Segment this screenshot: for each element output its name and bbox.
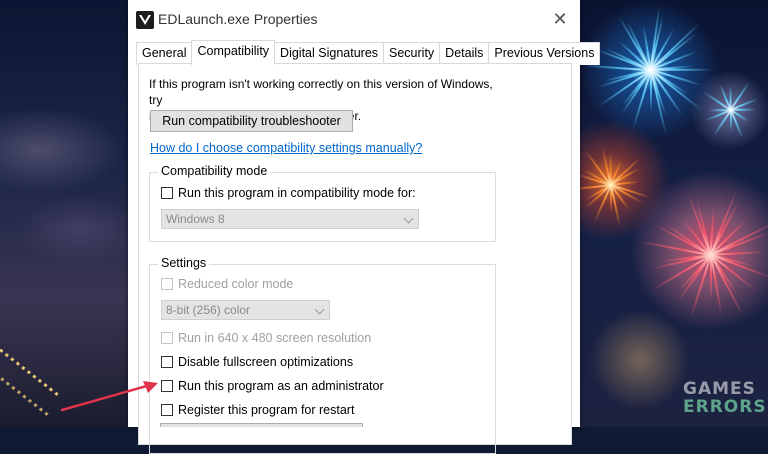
chevron-down-icon [314,304,325,315]
chevron-down-icon [403,213,414,224]
register-restart-row[interactable]: Register this program for restart [161,403,354,417]
run-as-admin-label: Run this program as an administrator [178,379,384,393]
watermark-line1: GAMES [683,379,756,399]
register-restart-label: Register this program for restart [178,403,355,417]
games-errors-watermark: GAMES ERRORS [683,379,767,417]
compat-mode-select[interactable]: Windows 8 [161,209,419,229]
color-depth-select-value: 8-bit (256) color [166,303,251,317]
compatibility-panel: If this program isn't working correctly … [138,63,572,454]
annotation-arrow-icon [60,381,158,412]
tab-compatibility[interactable]: Compatibility [191,40,276,65]
firework-spark [650,69,713,71]
disable-fullscreen-label: Disable fullscreen optimizations [178,355,354,369]
app-icon [136,11,154,29]
watermark-line2: ERRORS [683,397,767,417]
tab-security[interactable]: Security [383,42,441,65]
close-button[interactable]: ✕ [540,4,580,34]
compat-mode-select-value: Windows 8 [166,212,225,226]
intro-line-1: If this program isn't working correctly … [149,77,493,107]
properties-dialog: EDLaunch.exe Properties ✕ General Compat… [128,0,601,454]
partial-button[interactable] [160,423,363,427]
window-title: EDLaunch.exe Properties [158,11,318,27]
tab-previous-versions[interactable]: Previous Versions [488,42,601,65]
firework-spark [708,109,731,111]
register-restart-checkbox[interactable] [161,404,173,416]
compatibility-mode-group: Compatibility mode Run this program in c… [149,164,496,242]
tab-general[interactable]: General [136,42,193,65]
reduced-color-checkbox[interactable] [161,278,173,290]
desktop-background-left [0,0,128,427]
tab-digital-signatures[interactable]: Digital Signatures [274,42,385,65]
settings-title: Settings [158,256,210,270]
help-link[interactable]: How do I choose compatibility settings m… [150,141,422,155]
res-640-row[interactable]: Run in 640 x 480 screen resolution [161,331,371,345]
run-troubleshooter-button[interactable]: Run compatibility troubleshooter [150,110,353,132]
disable-fullscreen-row[interactable]: Disable fullscreen optimizations [161,355,353,369]
run-as-admin-row[interactable]: Run this program as an administrator [161,379,384,393]
reduced-color-row[interactable]: Reduced color mode [161,277,293,291]
res-640-label: Run in 640 x 480 screen resolution [178,331,372,345]
disable-fullscreen-checkbox[interactable] [161,356,173,368]
title-bar[interactable]: EDLaunch.exe Properties ✕ [128,0,580,40]
compatibility-mode-title: Compatibility mode [158,164,271,178]
compat-mode-checkbox[interactable] [161,187,173,199]
desktop-background-fireworks [569,0,768,427]
firework-spark [730,109,756,111]
reduced-color-label: Reduced color mode [178,277,294,291]
bridge-lights [0,340,61,398]
compat-mode-label: Run this program in compatibility mode f… [178,186,416,200]
res-640-checkbox[interactable] [161,332,173,344]
color-depth-select[interactable]: 8-bit (256) color [161,300,330,320]
tab-details[interactable]: Details [439,42,490,65]
tab-strip: General Compatibility Digital Signatures… [136,40,601,65]
compat-mode-checkbox-row[interactable]: Run this program in compatibility mode f… [161,186,416,200]
run-as-admin-checkbox[interactable] [161,380,173,392]
